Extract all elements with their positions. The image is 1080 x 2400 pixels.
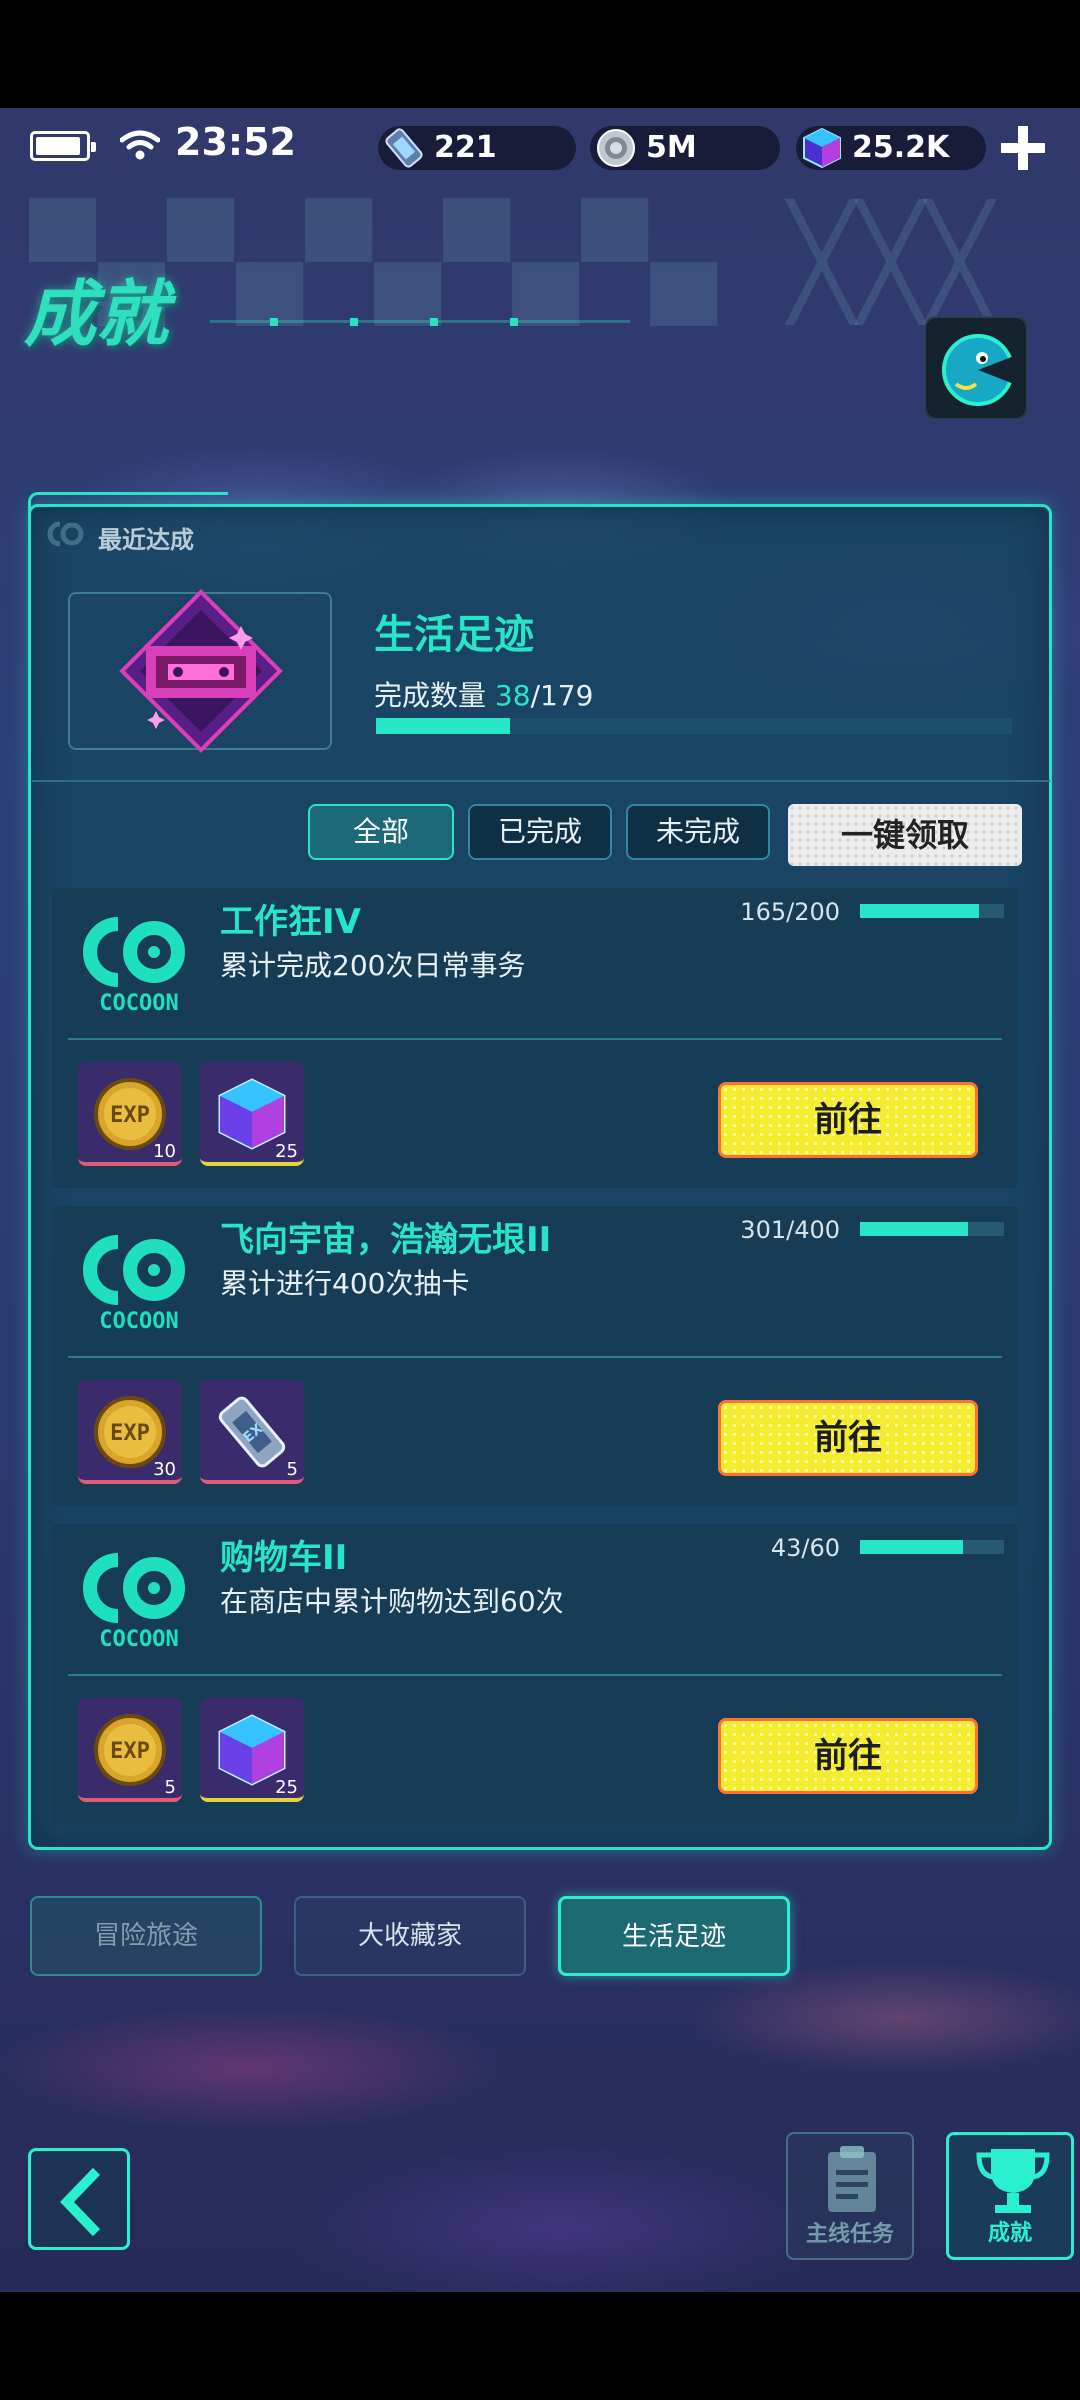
reward-quantity: 25 (275, 1777, 298, 1798)
claim-all-button[interactable]: 一键领取 (788, 804, 1022, 866)
go-button[interactable]: 前往 (718, 1400, 978, 1476)
achievement-card: COCOON 购物车II 在商店中累计购物达到60次 43/60 EXP 5 2… (52, 1524, 1018, 1824)
achievement-card: COCOON 飞向宇宙，浩瀚无垠II 累计进行400次抽卡 301/400 EX… (52, 1206, 1018, 1506)
reward-quantity: 25 (275, 1141, 298, 1162)
reward-item[interactable]: EX 5 (200, 1380, 304, 1484)
svg-text:EXP: EXP (110, 1739, 150, 1764)
achievement-progress-bar (860, 904, 1004, 918)
category-badge-icon (119, 589, 283, 753)
screen: 23:52 221 5M 25.2K ▀▄▀▄▀▄▀▄▀▄ ╳╳╳ 成就 最近达… (0, 0, 1080, 2400)
svg-text:COCOON: COCOON (99, 1309, 178, 1332)
resource-coins[interactable]: 5M (590, 126, 780, 170)
svg-text:COCOON: COCOON (99, 1627, 178, 1650)
cube-gem-icon (803, 127, 841, 169)
plus-icon[interactable] (995, 120, 1051, 176)
category-progress-bar (376, 718, 1012, 734)
resource-gems[interactable]: 25.2K (796, 126, 986, 170)
filter-all-tab[interactable]: 全部 (308, 804, 454, 860)
achievement-progress-text: 301/400 (740, 1216, 840, 1244)
reward-item[interactable]: 25 (200, 1062, 304, 1166)
filter-done-tab[interactable]: 已完成 (468, 804, 612, 860)
battery-icon (30, 131, 96, 161)
coin-icon (597, 129, 635, 167)
achievement-progress-bar (860, 1222, 1004, 1236)
achievement-progress-bar (860, 1540, 1004, 1554)
category-tab-life[interactable]: 生活足迹 (558, 1896, 790, 1976)
ticket-count: 221 (434, 130, 497, 165)
cocoon-small-icon (47, 521, 84, 547)
header-decoration (210, 318, 630, 326)
main-quest-button[interactable]: 主线任务 (786, 2132, 914, 2260)
completion-count: 完成数量 38/179 (374, 674, 593, 714)
achievement-description: 累计完成200次日常事务 (220, 949, 526, 982)
ticket-icon (385, 128, 423, 168)
achievement-title: 购物车II (220, 1538, 348, 1578)
go-button[interactable]: 前往 (718, 1718, 978, 1794)
category-tab-collector[interactable]: 大收藏家 (294, 1896, 526, 1976)
card-divider (68, 1356, 1002, 1358)
achievements-label: 成就 (987, 2221, 1032, 2246)
reward-item[interactable]: EXP 5 (78, 1698, 182, 1802)
svg-text:EXP: EXP (110, 1103, 150, 1128)
achievement-title: 飞向宇宙，浩瀚无垠II (220, 1220, 552, 1260)
achievement-progress-fill (860, 1540, 963, 1554)
go-button[interactable]: 前往 (718, 1082, 978, 1158)
achievement-title: 工作狂IV (220, 902, 361, 942)
exp-coin-icon: EXP (94, 1714, 166, 1786)
panel-divider (32, 780, 1050, 782)
wifi-icon (120, 130, 160, 160)
achievement-card: COCOON 工作狂IV 累计完成200次日常事务 165/200 EXP 10… (52, 888, 1018, 1188)
reward-quantity: 5 (286, 1459, 298, 1480)
achievement-description: 累计进行400次抽卡 (220, 1267, 470, 1300)
filter-undone-tab[interactable]: 未完成 (626, 804, 770, 860)
mascot-icon (942, 334, 1014, 406)
ticket-icon: EX (218, 1396, 286, 1468)
achievement-progress-text: 165/200 (740, 898, 840, 926)
count-current: 38 (494, 679, 531, 712)
resource-tickets[interactable]: 221 (378, 126, 576, 170)
main-quest-label: 主线任务 (805, 2222, 894, 2247)
gem-count: 25.2K (852, 130, 950, 165)
chevron-left-icon (60, 2167, 101, 2237)
back-button[interactable] (28, 2148, 130, 2250)
recent-label: 最近达成 (98, 526, 194, 554)
clock: 23:52 (175, 120, 296, 164)
achievement-progress-fill (860, 904, 979, 918)
reward-quantity: 5 (164, 1777, 176, 1798)
achievement-description: 在商店中累计购物达到60次 (220, 1585, 564, 1618)
card-divider (68, 1674, 1002, 1676)
reward-item[interactable]: EXP 30 (78, 1380, 182, 1484)
title-decoration: ▀▄▀▄▀▄▀▄▀▄ ╳╳╳ (30, 200, 997, 325)
cocoon-logo-icon: COCOON (83, 1553, 185, 1650)
page-title: 成就 (24, 272, 169, 356)
card-divider (68, 1038, 1002, 1040)
svg-text:COCOON: COCOON (99, 991, 178, 1014)
reward-quantity: 10 (153, 1141, 176, 1162)
achievements-button[interactable]: 成就 (946, 2132, 1074, 2260)
count-total: /179 (530, 679, 594, 712)
achievement-progress-text: 43/60 (770, 1534, 840, 1562)
reward-quantity: 30 (153, 1459, 176, 1480)
category-tab-adventure[interactable]: 冒险旅途 (30, 1896, 262, 1976)
coin-count: 5M (646, 130, 697, 165)
achievement-progress-fill (860, 1222, 968, 1236)
recent-category-title: 生活足迹 (374, 612, 534, 658)
clipboard-icon (828, 2146, 876, 2212)
cocoon-logo-icon: COCOON (83, 917, 185, 1014)
reward-item[interactable]: 25 (200, 1698, 304, 1802)
cocoon-logo-icon: COCOON (83, 1235, 185, 1332)
category-progress-fill (376, 718, 510, 734)
reward-item[interactable]: EXP 10 (78, 1062, 182, 1166)
count-label: 完成数量 (374, 679, 487, 712)
mascot-button[interactable] (924, 316, 1028, 420)
trophy-icon (976, 2149, 1050, 2213)
svg-text:EXP: EXP (110, 1421, 150, 1446)
